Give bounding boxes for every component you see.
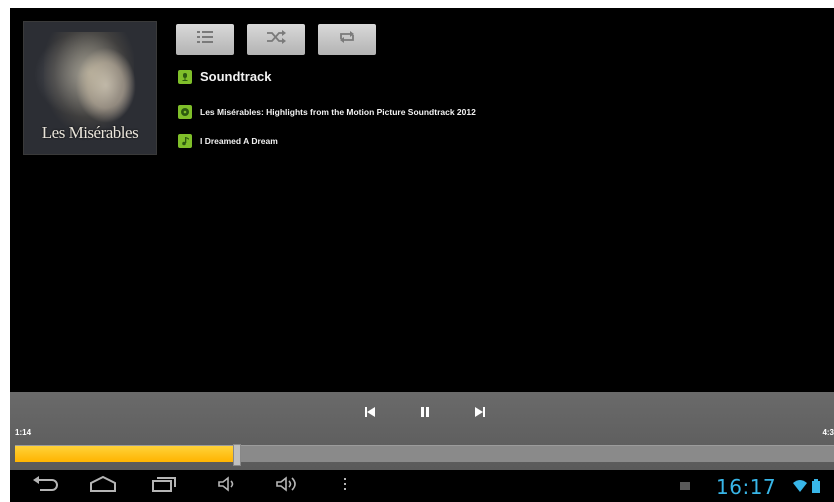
playback-controls: 1:14 4:3	[10, 392, 834, 470]
album-art-figure	[44, 32, 134, 132]
genre-row: Soundtrack	[178, 69, 272, 84]
genre-icon	[178, 69, 192, 84]
album-art[interactable]: Les Misérables	[23, 21, 157, 155]
repeat-icon	[337, 30, 357, 49]
shuffle-button[interactable]	[247, 24, 305, 55]
status-clock: 16:17	[716, 475, 777, 499]
previous-button[interactable]	[360, 405, 380, 423]
volume-down-icon	[216, 475, 238, 498]
song-icon	[178, 134, 192, 148]
seek-thumb[interactable]	[233, 444, 242, 466]
repeat-button[interactable]	[318, 24, 376, 55]
playlist-icon	[195, 30, 215, 49]
volume-up-button[interactable]	[274, 475, 300, 498]
song-title: I Dreamed A Dream	[200, 136, 278, 146]
home-button[interactable]	[88, 475, 118, 498]
music-player-screen: Les Misérables Soundtrack Les Misérables…	[10, 8, 834, 502]
next-icon	[474, 405, 486, 423]
album-icon	[178, 105, 192, 119]
album-title: Les Misérables: Highlights from the Moti…	[200, 107, 476, 117]
recent-apps-icon	[150, 475, 180, 498]
pause-button[interactable]	[415, 405, 435, 423]
volume-down-button[interactable]	[216, 475, 238, 498]
battery-icon	[811, 476, 821, 496]
pause-icon	[419, 405, 431, 423]
seek-progress	[15, 446, 237, 462]
total-time: 4:3	[822, 428, 834, 437]
playlist-button[interactable]	[176, 24, 234, 55]
volume-up-icon	[274, 475, 300, 498]
elapsed-time: 1:14	[15, 428, 32, 437]
menu-icon	[340, 475, 350, 498]
album-row: Les Misérables: Highlights from the Moti…	[178, 105, 476, 119]
wifi-icon	[792, 476, 808, 496]
genre-label: Soundtrack	[200, 69, 272, 84]
album-art-caption: Les Misérables	[41, 123, 139, 142]
home-icon	[88, 475, 118, 498]
media-notification-icon[interactable]	[678, 476, 692, 496]
back-icon	[32, 475, 62, 498]
menu-button[interactable]	[340, 476, 350, 496]
seek-bar[interactable]	[15, 444, 834, 466]
shuffle-icon	[266, 30, 286, 49]
previous-icon	[364, 405, 376, 423]
back-button[interactable]	[32, 475, 62, 498]
recent-apps-button[interactable]	[150, 476, 180, 496]
system-navigation-bar: 16:17	[10, 470, 834, 502]
song-row: I Dreamed A Dream	[178, 134, 278, 148]
next-button[interactable]	[470, 405, 490, 423]
